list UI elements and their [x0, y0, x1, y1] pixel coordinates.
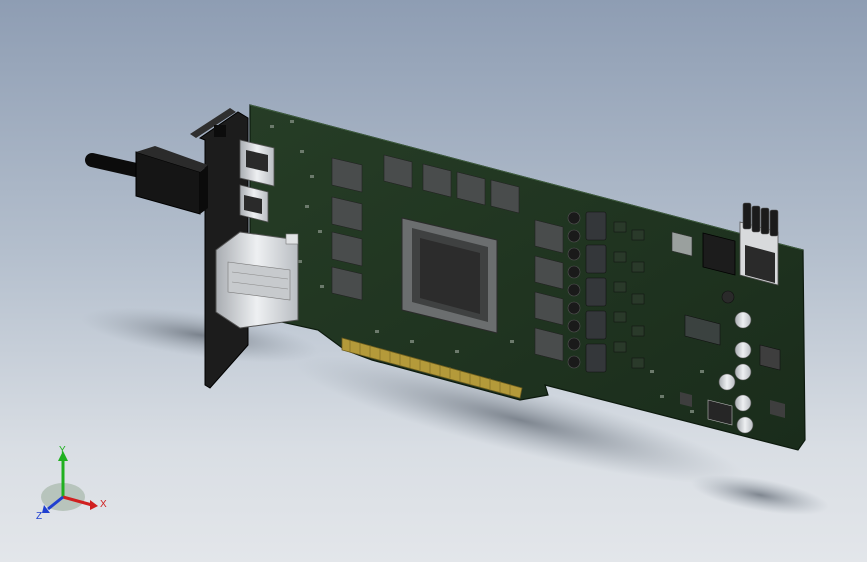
- y-axis-label: Y: [59, 445, 66, 456]
- graphics-card-model[interactable]: [0, 0, 867, 562]
- dvi-port[interactable]: [215, 231, 299, 329]
- coordinate-triad: Y X Z: [36, 445, 107, 522]
- x-axis-label: X: [100, 499, 107, 510]
- display-cable[interactable]: [85, 146, 208, 215]
- cad-viewport[interactable]: Y X Z: [0, 0, 867, 562]
- z-axis-label: Z: [36, 511, 42, 522]
